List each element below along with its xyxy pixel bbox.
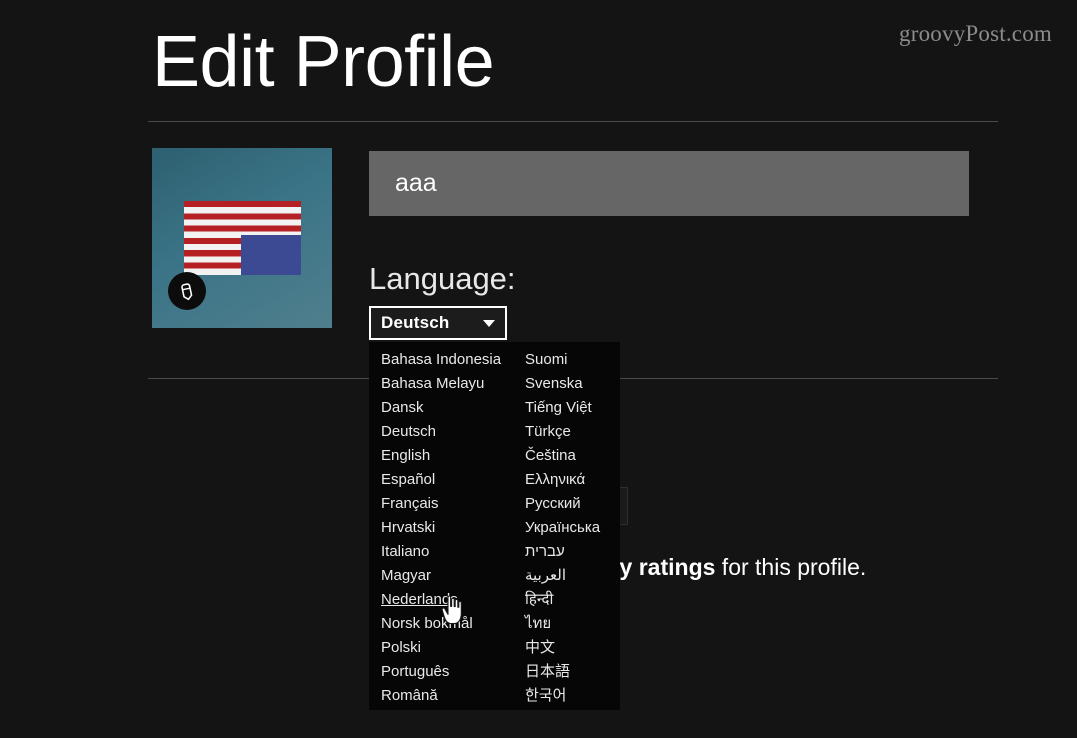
language-option[interactable]: Svenska	[525, 372, 620, 396]
profile-avatar[interactable]	[152, 148, 332, 328]
language-dropdown-menu[interactable]: Bahasa Indonesia Bahasa Melayu Dansk Deutsc…	[369, 342, 620, 710]
language-option[interactable]: Українська	[525, 516, 620, 540]
language-option[interactable]: हिन्दी	[525, 588, 620, 612]
language-options-column-left: Bahasa Indonesia Bahasa Melayu Dansk Deutsc…	[369, 342, 520, 710]
language-option[interactable]: 한국어	[525, 684, 620, 708]
site-watermark: groovyPost.com	[899, 21, 1052, 46]
divider-top	[148, 121, 998, 122]
language-option[interactable]: Nederlands	[381, 588, 520, 612]
language-selected-value: Deutsch	[381, 313, 450, 332]
language-label: Language:	[369, 261, 516, 296]
language-option[interactable]: English	[381, 444, 520, 468]
language-option[interactable]: Polski	[381, 636, 520, 660]
language-option[interactable]: Deutsch	[381, 420, 520, 444]
language-option[interactable]: Română	[381, 684, 520, 708]
language-option[interactable]: العربية	[525, 564, 620, 588]
language-option[interactable]: Português	[381, 660, 520, 684]
language-option[interactable]: עברית	[525, 540, 620, 564]
language-option[interactable]: Magyar	[381, 564, 520, 588]
language-option[interactable]: Čeština	[525, 444, 620, 468]
maturity-description-suffix: for this profile.	[715, 554, 867, 580]
language-option[interactable]: 日本語	[525, 660, 620, 684]
language-option[interactable]: Hrvatski	[381, 516, 520, 540]
language-option[interactable]: ไทย	[525, 612, 620, 636]
language-option[interactable]: Norsk bokmål	[381, 612, 520, 636]
profile-name-input[interactable]	[369, 151, 969, 216]
language-option[interactable]: Ελληνικά	[525, 468, 620, 492]
language-option[interactable]: 中文	[525, 636, 620, 660]
language-options-column-right: Suomi Svenska Tiếng Việt Türkçe Čeština Ελλην…	[520, 342, 620, 710]
language-option[interactable]: Dansk	[381, 396, 520, 420]
language-option[interactable]: Русский	[525, 492, 620, 516]
pencil-icon[interactable]	[168, 272, 206, 310]
language-option[interactable]: Tiếng Việt	[525, 396, 620, 420]
language-option[interactable]: Español	[381, 468, 520, 492]
language-option[interactable]: Italiano	[381, 540, 520, 564]
page-title: Edit Profile	[152, 22, 495, 102]
chevron-down-icon	[483, 319, 495, 327]
language-select-button[interactable]: Deutsch	[369, 306, 507, 340]
language-option[interactable]: Türkçe	[525, 420, 620, 444]
language-option[interactable]: Bahasa Melayu	[381, 372, 520, 396]
language-option[interactable]: Suomi	[525, 348, 620, 372]
language-option[interactable]: Bahasa Indonesia	[381, 348, 520, 372]
avatar-flag-canton	[241, 235, 301, 275]
language-option[interactable]: Français	[381, 492, 520, 516]
avatar-flag-image	[184, 201, 301, 275]
